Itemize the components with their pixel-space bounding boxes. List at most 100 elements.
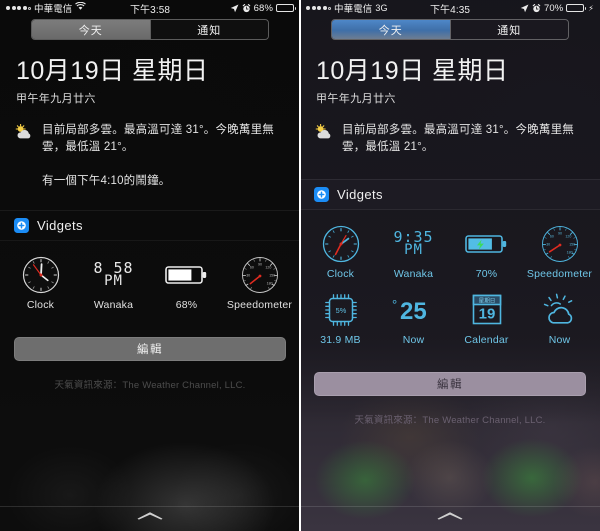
edit-area: 編輯 天氣資訊來源：The Weather Channel, LLC. [0, 321, 300, 391]
widget-weather[interactable]: Now [523, 286, 596, 352]
widget-label: Wanaka [393, 267, 434, 280]
date-block: 10月19日 星期日 甲午年九月廿六 [300, 45, 600, 106]
widget-clock[interactable]: Clock [304, 220, 377, 286]
widget-section-title: Vidgets [37, 217, 83, 233]
widget-temperature[interactable]: ° 25 Now [377, 286, 450, 352]
analog-clock-icon [321, 224, 361, 264]
widget-wanaka-clock[interactable]: 8 58 PM Wanaka [77, 251, 150, 317]
widget-label: Now [548, 333, 571, 346]
tab-notifications[interactable]: 通知 [149, 20, 268, 39]
widget-battery[interactable]: 68% [150, 251, 223, 317]
status-bar-left: 中華電信 3G [306, 1, 450, 15]
analog-clock-icon [21, 255, 61, 295]
widget-label: 70% [475, 267, 498, 280]
digital-time-line2: PM [404, 241, 423, 258]
widget-section-title: Vidgets [337, 186, 383, 202]
status-bar: 中華電信 3G 下午4:35 70% ⚡ [300, 0, 600, 16]
widget-label: Wanaka [93, 298, 134, 311]
calendar-weekday: 星期日 [478, 297, 495, 304]
weather-attribution: 天氣資訊來源：The Weather Channel, LLC. [354, 414, 546, 426]
edit-area: 編輯 天氣資訊來源：The Weather Channel, LLC. [300, 356, 600, 426]
chevron-up-handle-icon[interactable] [436, 507, 464, 525]
edit-button[interactable]: 編輯 [314, 371, 586, 396]
svg-text:180: 180 [566, 250, 572, 254]
tab-today[interactable]: 今天 [332, 20, 450, 39]
battery-widget-icon [464, 224, 509, 264]
svg-text:150: 150 [269, 273, 275, 277]
carrier-label: 中華電信 [34, 4, 73, 15]
battery-percent-label: 68% [253, 2, 273, 14]
wifi-icon [75, 1, 87, 14]
status-bar: 中華電信 下午3:58 68% [0, 0, 300, 16]
battery-icon [276, 3, 296, 13]
battery-icon [566, 3, 587, 13]
tab-notifications[interactable]: 通知 [449, 20, 568, 39]
location-arrow-icon [520, 4, 529, 13]
cpu-chip-icon: 5% [322, 290, 360, 330]
page-title: 10月19日 星期日 [316, 57, 509, 85]
segmented-control-wrap: 今天 通知 [0, 16, 300, 45]
summary-block: 目前局部多雲。最高溫可達 31°。今晚萬里無雲，最低溫 21°。 [300, 106, 600, 157]
widget-clock[interactable]: Clock [4, 251, 77, 317]
widget-battery[interactable]: 70% [450, 220, 523, 286]
svg-text:120: 120 [265, 265, 271, 269]
svg-text:60: 60 [249, 265, 253, 269]
page-title: 10月19日 星期日 [16, 57, 209, 85]
battery-widget-icon [164, 255, 209, 295]
widget-calendar[interactable]: 星期日 19 Calendar [450, 286, 523, 352]
weather-summary-text: 目前局部多雲。最高溫可達 31°。今晚萬里無雲，最低溫 21°。 [342, 124, 574, 154]
calendar-icon: 星期日 19 [468, 290, 506, 330]
digital-time-line2: PM [104, 273, 123, 290]
digital-clock-display: 8 58 PM [93, 255, 133, 295]
speedometer-icon: 90 60 120 30 150 180 [539, 224, 581, 264]
widget-label: 31.9 MB [320, 333, 361, 346]
signal-strength-icon [306, 6, 331, 10]
weather-summary-row: 目前局部多雲。最高溫可達 31°。今晚萬里無雲，最低溫 21°。 [14, 122, 284, 157]
widget-label: Speedometer [526, 267, 593, 280]
sun-behind-cloud-icon [14, 122, 34, 146]
chevron-up-handle-icon[interactable] [136, 507, 164, 525]
alarm-clock-icon [242, 3, 251, 13]
alarm-clock-icon [532, 3, 541, 13]
svg-text:60: 60 [549, 234, 553, 238]
degree-symbol: ° [392, 297, 397, 312]
alarm-summary-text: 有一個下午4:10的鬧鐘。 [42, 174, 171, 187]
notification-center-panel-right: 中華電信 3G 下午4:35 70% ⚡ 今天 通知 10月19日 星期日 甲午… [300, 0, 600, 531]
segmented-control[interactable]: 今天 通知 [331, 19, 569, 40]
widget-wanaka-clock[interactable]: 9:35 PM Wanaka [377, 220, 450, 286]
widget-section-header[interactable]: Vidgets [0, 209, 300, 241]
tab-today[interactable]: 今天 [32, 20, 150, 39]
svg-text:180: 180 [266, 281, 272, 285]
weather-summary-text: 目前局部多雲。最高溫可達 31°。今晚萬里無雲，最低溫 21°。 [42, 124, 274, 154]
status-bar-left: 中華電信 [6, 1, 150, 15]
svg-text:90: 90 [558, 231, 562, 235]
panel-divider [299, 0, 301, 531]
widget-speedometer[interactable]: 90 60 120 30 150 180 Speedometer [523, 220, 596, 286]
lunar-date: 甲午年九月廿六 [16, 93, 96, 105]
edit-button[interactable]: 編輯 [14, 336, 286, 361]
svg-text:30: 30 [546, 242, 550, 246]
segmented-control[interactable]: 今天 通知 [31, 19, 269, 40]
network-type-label: 3G [375, 3, 388, 13]
widget-label: 68% [175, 298, 198, 311]
widget-label: Clock [26, 298, 55, 311]
signal-strength-icon [6, 6, 31, 10]
svg-text:150: 150 [569, 242, 575, 246]
summary-block: 目前局部多雲。最高溫可達 31°。今晚萬里無雲，最低溫 21°。 有一個下午4:… [0, 106, 300, 190]
carrier-label: 中華電信 [334, 4, 373, 15]
widget-memory[interactable]: 5% 31.9 MB [304, 286, 377, 352]
widget-label: Now [402, 333, 425, 346]
cpu-value-text: 5% [335, 305, 346, 314]
battery-percent-label: 70% [543, 2, 564, 14]
notification-center-panel-left: 中華電信 下午3:58 68% 今天 通知 10月19日 星期日 甲午年九月廿六… [0, 0, 300, 531]
lunar-date: 甲午年九月廿六 [316, 93, 396, 105]
calendar-day: 19 [478, 305, 495, 322]
temperature-display: ° 25 [387, 290, 441, 330]
svg-text:30: 30 [246, 273, 250, 277]
vidgets-app-icon [314, 186, 329, 202]
status-bar-right: 68% [150, 2, 296, 14]
widget-section-header[interactable]: Vidgets [300, 178, 600, 210]
widget-speedometer[interactable]: 90 60 120 30 150 180 Speedometer [223, 251, 296, 317]
alarm-summary-row: 有一個下午4:10的鬧鐘。 [14, 173, 284, 190]
digital-clock-display: 9:35 PM [393, 224, 433, 264]
